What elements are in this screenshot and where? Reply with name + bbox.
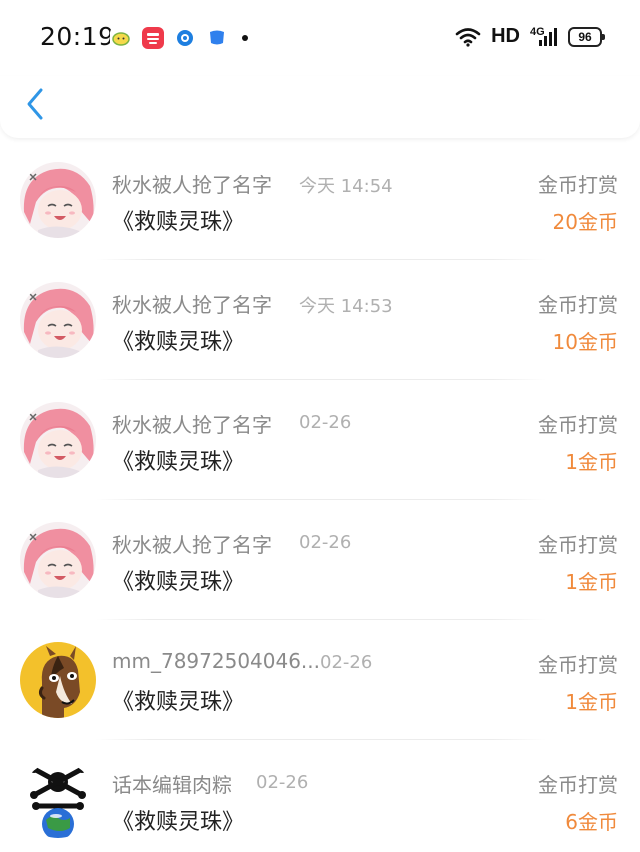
store-app-icon — [142, 27, 164, 49]
book-title: 《救赎灵珠》 — [112, 810, 245, 835]
avatar[interactable] — [20, 762, 96, 838]
username: mm_78972504046... — [112, 649, 321, 673]
browser-app-icon — [174, 27, 196, 49]
message-app-icon — [206, 27, 228, 49]
avatar[interactable] — [20, 282, 96, 358]
username: 秋水被人抢了名字 — [112, 413, 272, 437]
book-title: 《救赎灵珠》 — [112, 570, 245, 595]
list-item[interactable]: 话本编辑肉粽 02-26 《救赎灵珠》 金币打赏 6金币 — [0, 740, 640, 852]
book-title: 《救赎灵珠》 — [112, 690, 245, 715]
wifi-icon — [455, 27, 481, 47]
reward-amount: 20金币 — [552, 210, 618, 234]
anime-girl-avatar-icon — [20, 402, 96, 478]
chevron-left-icon — [27, 88, 43, 120]
timestamp: 今天 14:53 — [299, 296, 393, 317]
reward-amount: 1金币 — [565, 690, 618, 714]
globe-skull-avatar-icon — [20, 762, 96, 838]
book-title: 《救赎灵珠》 — [112, 210, 245, 235]
avatar[interactable] — [20, 162, 96, 238]
timestamp: 今天 14:54 — [299, 176, 393, 197]
battery-icon: 96 — [568, 26, 605, 47]
reward-amount: 10金币 — [552, 330, 618, 354]
hd-indicator: HD — [491, 25, 520, 47]
reward-type: 金币打赏 — [538, 533, 618, 557]
back-button[interactable] — [20, 84, 50, 124]
reward-type: 金币打赏 — [538, 413, 618, 437]
reward-amount: 1金币 — [565, 570, 618, 594]
system-icons: HD 4G 96 — [455, 25, 605, 48]
username: 话本编辑肉粽 — [112, 773, 232, 797]
horse-avatar-icon — [20, 642, 96, 718]
anime-girl-avatar-icon — [20, 522, 96, 598]
avatar[interactable] — [20, 522, 96, 598]
anime-girl-avatar-icon — [20, 162, 96, 238]
book-title: 《救赎灵珠》 — [112, 450, 245, 475]
reward-type: 金币打赏 — [538, 653, 618, 677]
reward-type: 金币打赏 — [538, 773, 618, 797]
timestamp: 02-26 — [299, 532, 352, 553]
list-item[interactable]: 秋水被人抢了名字 今天 14:53 《救赎灵珠》 金币打赏 10金币 — [0, 260, 640, 380]
timestamp: 02-26 — [256, 772, 309, 793]
book-title: 《救赎灵珠》 — [112, 330, 245, 355]
signal-icon: 4G — [530, 26, 558, 48]
avatar[interactable] — [20, 402, 96, 478]
nav-bar — [0, 76, 640, 138]
status-bar: 20:19 HD 4G 96 — [0, 0, 640, 76]
reward-type: 金币打赏 — [538, 173, 618, 197]
username: 秋水被人抢了名字 — [112, 533, 272, 557]
avatar[interactable] — [20, 642, 96, 718]
username: 秋水被人抢了名字 — [112, 173, 272, 197]
list-item[interactable]: 秋水被人抢了名字 02-26 《救赎灵珠》 金币打赏 1金币 — [0, 500, 640, 620]
reward-list: 秋水被人抢了名字 今天 14:54 《救赎灵珠》 金币打赏 20金币 秋水被人抢… — [0, 140, 640, 852]
username: 秋水被人抢了名字 — [112, 293, 272, 317]
reward-amount: 1金币 — [565, 450, 618, 474]
chat-app-icon — [110, 27, 132, 49]
list-item[interactable]: mm_78972504046... 02-26 《救赎灵珠》 金币打赏 1金币 — [0, 620, 640, 740]
list-item[interactable]: 秋水被人抢了名字 02-26 《救赎灵珠》 金币打赏 1金币 — [0, 380, 640, 500]
timestamp: 02-26 — [299, 412, 352, 433]
list-item[interactable]: 秋水被人抢了名字 今天 14:54 《救赎灵珠》 金币打赏 20金币 — [0, 140, 640, 260]
more-notifications-dot — [242, 35, 248, 41]
anime-girl-avatar-icon — [20, 282, 96, 358]
reward-amount: 6金币 — [565, 810, 618, 834]
status-time: 20:19 — [40, 22, 115, 51]
timestamp: 02-26 — [320, 652, 373, 673]
reward-type: 金币打赏 — [538, 293, 618, 317]
notification-icons — [110, 27, 248, 49]
reward-list-screen: 20:19 HD 4G 96 秋水被人抢了名字 今天 14:54 《救赎灵珠》 … — [0, 0, 640, 852]
